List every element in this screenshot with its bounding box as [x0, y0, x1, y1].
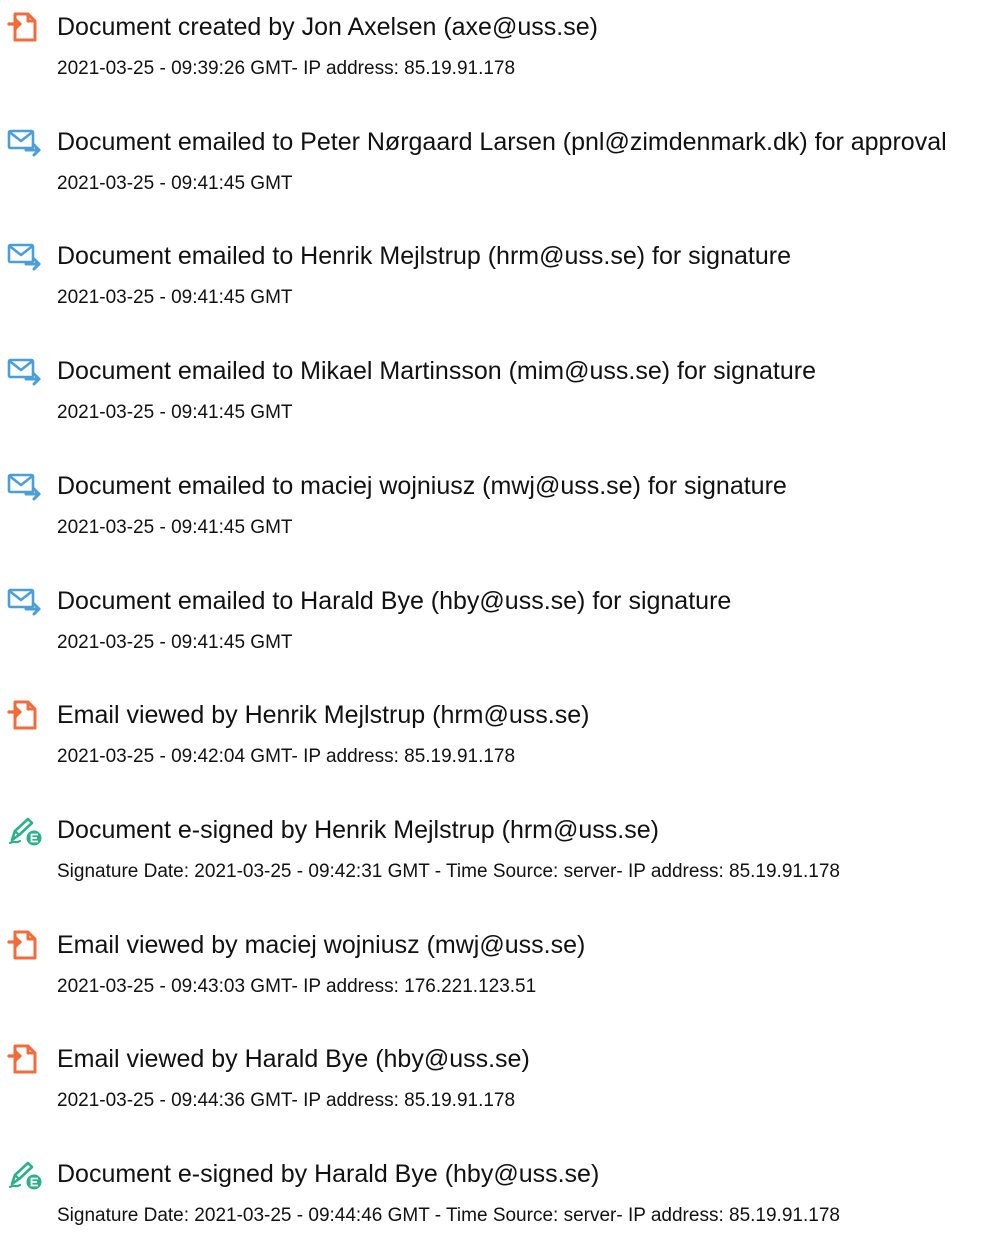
audit-event-item: Email viewed by Harald Bye (hby@uss.se) 2… [0, 1032, 1006, 1142]
audit-event-title: Document emailed to Harald Bye (hby@uss.… [57, 586, 732, 615]
audit-event-detail: Signature Date: 2021-03-25 - 09:44:46 GM… [57, 1205, 840, 1226]
audit-event-title: Document e-signed by Henrik Mejlstrup (h… [57, 815, 659, 844]
email-sent-icon [6, 239, 44, 273]
email-sent-icon [6, 469, 44, 503]
audit-event-detail: 2021-03-25 - 09:39:26 GMT- IP address: 8… [57, 58, 516, 79]
email-sent-icon [6, 354, 44, 388]
audit-event-item: Email viewed by Henrik Mejlstrup (hrm@us… [0, 688, 1006, 798]
audit-event-title: Email viewed by Harald Bye (hby@uss.se) [57, 1045, 530, 1074]
audit-event-item: Email viewed by maciej wojniusz (mwj@uss… [0, 918, 1006, 1028]
audit-event-item: Document e-signed by Harald Bye (hby@uss… [0, 1147, 1006, 1257]
audit-event-detail: Signature Date: 2021-03-25 - 09:42:31 GM… [57, 860, 840, 882]
audit-event-item: Document e-signed by Henrik Mejlstrup (h… [0, 803, 1006, 913]
audit-event-detail: 2021-03-25 - 09:44:36 GMT- IP address: 8… [57, 1090, 516, 1112]
email-sent-icon [6, 125, 44, 159]
audit-event-title: Email viewed by maciej wojniusz (mwj@uss… [57, 930, 586, 959]
audit-event-detail: 2021-03-25 - 09:41:45 GMT [57, 287, 293, 309]
document-icon [6, 1042, 44, 1076]
audit-event-detail: 2021-03-25 - 09:43:03 GMT- IP address: 1… [57, 975, 537, 997]
document-icon [6, 698, 44, 732]
audit-event-title: Document emailed to Mikael Martinsson (m… [57, 357, 816, 386]
audit-event-detail: 2021-03-25 - 09:41:45 GMT [57, 402, 293, 424]
audit-event-title: Document created by Jon Axelsen (axe@uss… [57, 13, 598, 41]
audit-event-title: Document emailed to Peter Nørgaard Larse… [57, 127, 947, 156]
document-icon [6, 928, 44, 962]
audit-event-item: Document emailed to Henrik Mejlstrup (hr… [0, 229, 1006, 339]
e-sign-icon [6, 813, 44, 847]
audit-event-title: Document emailed to maciej wojniusz (mwj… [57, 471, 787, 500]
e-sign-icon [6, 1157, 44, 1191]
audit-event-item: Document created by Jon Axelsen (axe@uss… [0, 0, 1006, 110]
document-icon [6, 10, 44, 44]
audit-event-item: Document emailed to maciej wojniusz (mwj… [0, 459, 1006, 569]
audit-event-detail: 2021-03-25 - 09:41:45 GMT [57, 631, 293, 653]
audit-event-item: Document emailed to Mikael Martinsson (m… [0, 344, 1006, 454]
audit-event-item: Document emailed to Harald Bye (hby@uss.… [0, 574, 1006, 684]
audit-event-detail: 2021-03-25 - 09:41:45 GMT [57, 516, 293, 538]
audit-event-detail: 2021-03-25 - 09:42:04 GMT- IP address: 8… [57, 746, 516, 768]
audit-event-title: Email viewed by Henrik Mejlstrup (hrm@us… [57, 701, 590, 730]
audit-event-title: Document e-signed by Harald Bye (hby@uss… [57, 1160, 600, 1188]
email-sent-icon [6, 584, 44, 618]
audit-event-title: Document emailed to Henrik Mejlstrup (hr… [57, 242, 791, 271]
audit-event-detail: 2021-03-25 - 09:41:45 GMT [57, 172, 293, 194]
audit-event-item: Document emailed to Peter Nørgaard Larse… [0, 115, 1006, 225]
